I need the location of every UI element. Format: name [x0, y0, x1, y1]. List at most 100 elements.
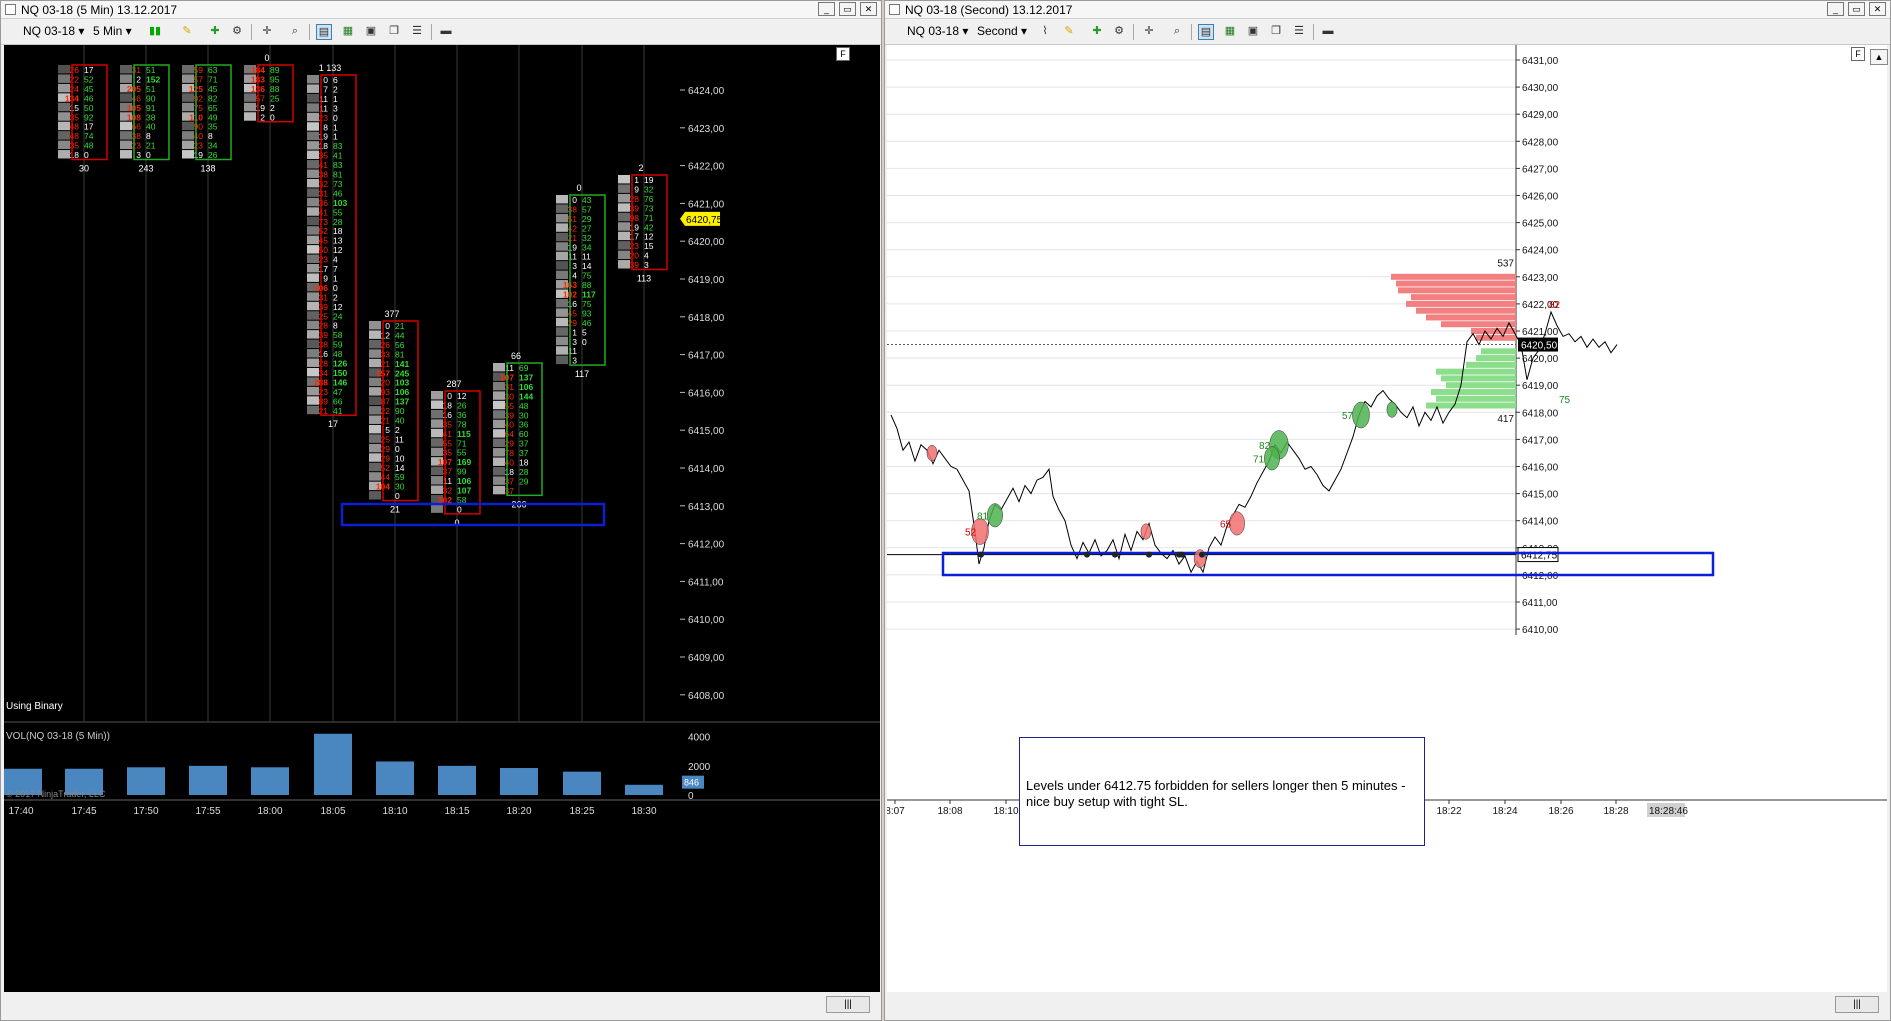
- instrument-selector[interactable]: NQ 03-18 ▾: [23, 23, 84, 40]
- period-selector[interactable]: 5 Min ▾: [93, 23, 132, 40]
- price-label: 6412,00: [688, 540, 725, 551]
- restore-icon[interactable]: ▭: [839, 2, 856, 16]
- add-indicator-icon[interactable]: ✚: [207, 24, 223, 40]
- volume-cell: [556, 204, 568, 213]
- price-label: 6430,00: [1522, 83, 1559, 94]
- tick-plot[interactable]: 6431,00 6430,00 6429,00 6428,00 6427,00 6426,…: [887, 45, 1887, 992]
- chart-trader-icon[interactable]: ▤: [1198, 24, 1214, 40]
- template-icon[interactable]: ▬: [438, 24, 454, 40]
- right-f-button[interactable]: F: [1851, 47, 1865, 61]
- footprint-chart[interactable]: 6424,00 6423,00 6422,00 6421,00 6420,00 6419,…: [4, 45, 880, 992]
- volume-cell: [369, 396, 381, 406]
- left-titlebar[interactable]: NQ 03-18 (5 Min) 13.12.2017 _ ▭ ✕: [1, 1, 881, 19]
- price-label: 6425,00: [1522, 219, 1559, 230]
- candlestick-icon[interactable]: ▮▮: [147, 24, 163, 40]
- zoom-icon[interactable]: ⌕: [287, 24, 303, 40]
- volume-profile-bar: [1466, 361, 1516, 368]
- volume-cell: [493, 381, 505, 391]
- minimize-icon[interactable]: _: [818, 2, 835, 16]
- right-scroll-handle[interactable]: |||: [1835, 996, 1879, 1013]
- volume-cell: [618, 260, 630, 269]
- volume-profile-bar: [1441, 321, 1516, 328]
- data-box-icon[interactable]: ▦: [340, 24, 356, 40]
- volume-bar: [563, 771, 601, 795]
- trade-bubble: [1229, 511, 1245, 536]
- crosshair-icon[interactable]: ✛: [1141, 24, 1157, 40]
- volume-cell: [618, 184, 630, 193]
- copy-icon[interactable]: ❐: [1268, 24, 1284, 40]
- strategy-icon[interactable]: ⚙: [229, 24, 245, 40]
- volume-cell: [182, 150, 194, 159]
- annotation-textbox[interactable]: Levels under 6412.75 forbidden for selle…: [1019, 737, 1425, 846]
- price-label: 6429,00: [1522, 110, 1559, 121]
- time-label: 18:15: [444, 806, 469, 817]
- time-label: 18:08: [937, 806, 962, 817]
- volume-cell: [618, 212, 630, 222]
- restore-icon[interactable]: ▭: [1848, 2, 1865, 16]
- volume-cell: [307, 386, 319, 396]
- left-f-button[interactable]: F: [836, 47, 850, 61]
- right-titlebar[interactable]: NQ 03-18 (Second) 13.12.2017 _ ▭ ✕: [885, 1, 1890, 19]
- close-icon[interactable]: ✕: [860, 2, 877, 16]
- close-icon[interactable]: ✕: [1869, 2, 1886, 16]
- line-chart-icon[interactable]: ⌇: [1037, 24, 1053, 40]
- price-label: 6420,00: [1522, 354, 1559, 365]
- volume-profile-bar: [1398, 287, 1516, 294]
- footprint-bar-total: 117: [575, 369, 589, 379]
- time-label: 17:50: [133, 806, 158, 817]
- profile-top-label: 537: [1497, 258, 1514, 269]
- time-label: 18:05: [320, 806, 345, 817]
- volume-cell: [307, 216, 319, 226]
- volume-cell: [58, 83, 70, 93]
- add-indicator-icon[interactable]: ✚: [1089, 24, 1105, 40]
- strategy-icon[interactable]: ⚙: [1111, 24, 1127, 40]
- footprint-plot[interactable]: 6424,00 6423,00 6422,00 6421,00 6420,00 6419,…: [4, 45, 880, 992]
- properties-icon[interactable]: ☰: [409, 24, 425, 40]
- image-icon[interactable]: ▣: [1245, 24, 1261, 40]
- price-label: 6410,00: [1522, 625, 1559, 636]
- data-box-icon[interactable]: ▦: [1222, 24, 1238, 40]
- price-label: 6418,00: [1522, 408, 1559, 419]
- right-scroll-up[interactable]: ▲: [1870, 49, 1888, 65]
- footprint-bar-total: 21: [390, 505, 400, 515]
- minimize-icon[interactable]: _: [1827, 2, 1844, 16]
- volume-cell: [307, 264, 319, 273]
- volume-cell: [58, 121, 70, 131]
- instrument-label: NQ 03-18: [907, 24, 960, 38]
- left-horizontal-scrollbar[interactable]: |||: [4, 992, 878, 1018]
- second-chart[interactable]: 6431,00 6430,00 6429,00 6428,00 6427,00 6426,…: [887, 45, 1887, 992]
- chart-trader-icon[interactable]: ▤: [316, 24, 332, 40]
- crosshair-icon[interactable]: ✛: [259, 24, 275, 40]
- volume-cell: [58, 112, 70, 121]
- volume-cell: [58, 131, 70, 140]
- trade-bubble: [987, 503, 1003, 528]
- volume-cell: [369, 377, 381, 387]
- right-horizontal-scrollbar[interactable]: |||: [888, 992, 1887, 1018]
- annotation-line-2: nice buy setup with tight SL.: [1026, 794, 1188, 809]
- volume-cell: [307, 84, 319, 93]
- instrument-selector[interactable]: NQ 03-18 ▾: [907, 23, 968, 40]
- volume-bar: [251, 767, 289, 795]
- footprint-bar-total: 113: [637, 274, 651, 284]
- left-scroll-handle[interactable]: |||: [826, 996, 870, 1013]
- copy-icon[interactable]: ❐: [386, 24, 402, 40]
- properties-icon[interactable]: ☰: [1291, 24, 1307, 40]
- trade-bubble: [1140, 523, 1152, 540]
- volume-cell: [369, 406, 381, 415]
- bid-volume: 37: [505, 486, 515, 496]
- image-icon[interactable]: ▣: [363, 24, 379, 40]
- pencil-icon[interactable]: ✎: [1061, 24, 1077, 40]
- using-binary-label: Using Binary: [6, 701, 63, 712]
- volume-cell: [307, 245, 319, 254]
- time-label: 17:55: [195, 806, 220, 817]
- price-label: 6427,00: [1522, 164, 1559, 175]
- period-selector[interactable]: Second ▾: [977, 23, 1027, 40]
- zoom-icon[interactable]: ⌕: [1169, 24, 1185, 40]
- volume-cell: [493, 485, 505, 495]
- volume-cell: [307, 358, 319, 367]
- volume-cell: [369, 453, 381, 462]
- footprint-bar-total: 138: [200, 164, 215, 174]
- pencil-icon[interactable]: ✎: [179, 24, 195, 40]
- template-icon[interactable]: ▬: [1320, 24, 1336, 40]
- volume-bar: [376, 761, 414, 795]
